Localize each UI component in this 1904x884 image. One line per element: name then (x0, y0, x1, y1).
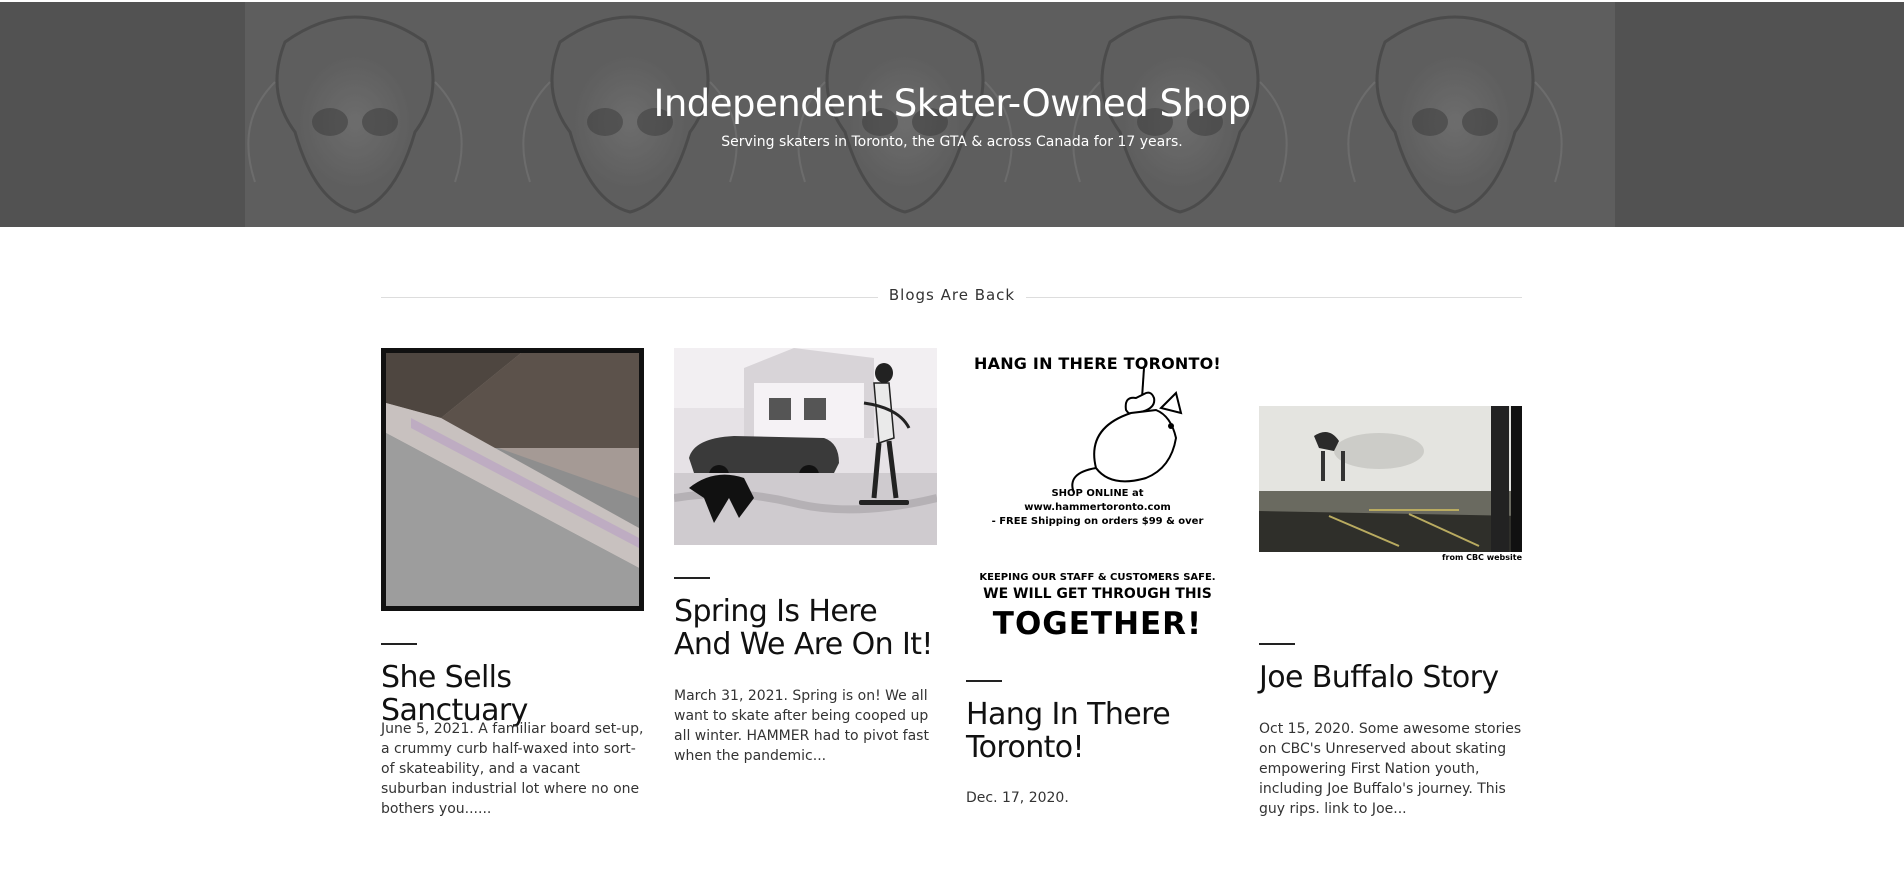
poster-together-line: TOGETHER! (992, 606, 1203, 642)
post-divider (966, 680, 1002, 682)
post-divider (1259, 643, 1295, 645)
image-caption: from CBC website (1442, 553, 1522, 562)
post-excerpt: Oct 15, 2020. Some awesome stories on CB… (1259, 721, 1522, 817)
poster-shop-line3: - FREE Shipping on orders $99 & over (991, 516, 1204, 527)
post-title[interactable]: She Sells Sanctuary (381, 661, 644, 727)
post-excerpt: March 31, 2021. Spring is on! We all wan… (674, 688, 929, 764)
page-title: Independent Skater-Owned Shop (653, 82, 1251, 125)
section-title: Blogs Are Back (888, 286, 1016, 304)
page-subtitle: Serving skaters in Toronto, the GTA & ac… (721, 134, 1183, 150)
poster-shop-line2: www.hammertoronto.com (1024, 502, 1171, 513)
poster-through-line: WE WILL GET THROUGH THIS (983, 586, 1212, 602)
post-thumbnail-hang-in-there-poster[interactable]: HANG IN THERE TORONTO! SHOP ONLINE at ww… (966, 348, 1229, 648)
section-divider-right (1026, 297, 1522, 298)
poster-safety-line: KEEPING OUR STAFF & CUSTOMERS SAFE. (979, 572, 1216, 583)
post-thumbnail-curb[interactable] (381, 348, 644, 611)
poster-shop-line1: SHOP ONLINE at (1051, 488, 1144, 499)
post-thumbnail-parking-garage-skater[interactable]: from CBC website (1259, 406, 1522, 564)
post-excerpt: June 5, 2021. A familiar board set-up, a… (381, 721, 644, 817)
post-excerpt: Dec. 17, 2020. (966, 790, 1069, 806)
post-divider (381, 643, 417, 645)
post-thumbnail-vintage-skater[interactable] (674, 348, 937, 545)
section-header: Blogs Are Back (381, 286, 1522, 308)
section-divider-left (381, 297, 878, 298)
post-divider (674, 577, 710, 579)
hanging-cat-icon (1071, 368, 1183, 494)
post-title[interactable]: Hang In There Toronto! (966, 698, 1229, 764)
post-title[interactable]: Spring Is Here And We Are On It! (674, 595, 937, 661)
post-title[interactable]: Joe Buffalo Story (1259, 661, 1522, 694)
